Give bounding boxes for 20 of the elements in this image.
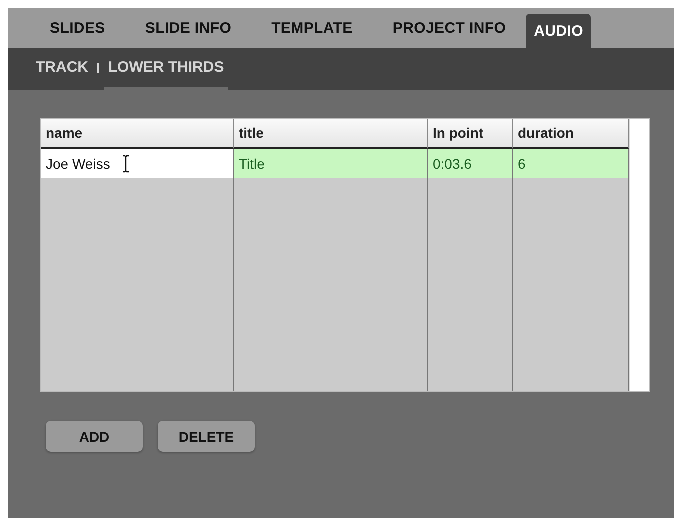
action-button[interactable]: ADD [46,421,143,452]
action-button[interactable]: DELETE [158,421,255,452]
text-cursor-icon [122,154,130,172]
tab[interactable]: PROJECT INFO [372,8,526,48]
sub-tab[interactable]: TRACK [32,48,92,90]
cell-text: Title [239,156,265,172]
sub-tab[interactable]: LOWER THIRDS [104,48,228,90]
tab[interactable]: AUDIO [526,14,592,48]
tab[interactable]: SLIDE INFO [125,8,252,48]
cell-input[interactable]: Joe Weiss [41,149,234,178]
column-header[interactable]: title [234,119,428,149]
column-header[interactable]: duration [513,119,629,149]
column-header[interactable]: name [41,119,234,149]
tab[interactable]: SLIDES [30,8,126,48]
cell-text: 0:03.6 [433,156,472,172]
separator: I [96,60,102,76]
tab[interactable]: TEMPLATE [252,8,373,48]
column-header[interactable]: In point [428,119,513,149]
cell-text: 6 [518,156,526,172]
cell-text: Joe Weiss [46,156,110,172]
